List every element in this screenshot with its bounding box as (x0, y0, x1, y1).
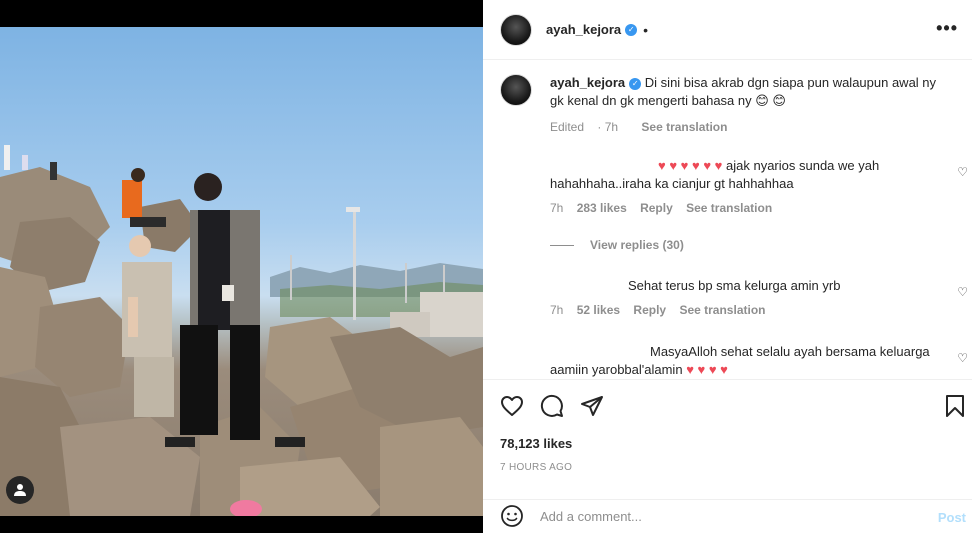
caption-username[interactable]: ayah_kejora (550, 75, 625, 90)
comment-meta: 7h 52 likes Reply See translation (550, 303, 950, 317)
comment-icon (540, 394, 563, 417)
caption-meta: Edited · 7h See translation (550, 118, 950, 136)
post-photo[interactable] (0, 27, 483, 516)
comment-time[interactable]: 7h (550, 201, 563, 215)
user-tag-button[interactable] (6, 476, 34, 504)
reply-button[interactable]: Reply (640, 201, 673, 215)
heart-icon (501, 396, 523, 416)
post-comment-button[interactable]: Post (938, 510, 966, 525)
add-comment-bar: Post (483, 499, 972, 533)
comment-item: ♥ ♥ ♥ ♥ ♥ ♥ ajak nyarios sunda we yah ha… (550, 157, 950, 215)
edited-label: Edited · 7h (550, 120, 619, 134)
see-translation-link[interactable]: See translation (679, 303, 765, 317)
like-button[interactable] (500, 394, 524, 421)
reply-button[interactable]: Reply (633, 303, 666, 317)
header-username[interactable]: ayah_kejora (546, 22, 621, 37)
comment-like-heart-icon[interactable]: ♡ (957, 351, 968, 365)
see-translation-link[interactable]: See translation (686, 201, 772, 215)
replies-line-divider (550, 244, 574, 246)
comment-item: Sehat terus bp sma kelurga amin yrb 7h 5… (550, 277, 950, 317)
post-sidebar: ayah_kejora ✓ • ••• ayah_kejora ✓ Di sini… (483, 0, 972, 533)
comment-meta: 7h 283 likes Reply See translation (550, 201, 950, 215)
share-icon (581, 396, 603, 416)
likes-count[interactable]: 78,123 likes (500, 436, 572, 451)
post-header: ayah_kejora ✓ • ••• (483, 0, 972, 60)
post-timestamp: 7 HOURS AGO (500, 462, 573, 473)
save-button[interactable] (945, 394, 965, 421)
bookmark-icon (946, 395, 964, 417)
caption-avatar[interactable] (500, 74, 532, 106)
caption: ayah_kejora ✓ Di sini bisa akrab dgn siap… (500, 74, 960, 136)
separator-dot: • (643, 21, 649, 38)
comments-list[interactable]: ayah_kejora ✓ Di sini bisa akrab dgn siap… (483, 61, 972, 379)
comment-like-heart-icon[interactable]: ♡ (957, 165, 968, 179)
hearts-emoji: ♥ ♥ ♥ ♥ (686, 362, 728, 377)
comment-like-heart-icon[interactable]: ♡ (957, 285, 968, 299)
see-translation-link[interactable]: See translation (641, 120, 727, 134)
user-tag-icon (14, 484, 26, 496)
avatar[interactable] (500, 13, 532, 46)
emoji-button[interactable] (500, 504, 524, 531)
verified-badge-icon: ✓ (625, 23, 638, 36)
post-actions: 78,123 likes 7 HOURS AGO (483, 379, 972, 489)
comment-text: MasyaAlloh sehat selalu ayah bersama kel… (550, 344, 930, 377)
more-options-button[interactable]: ••• (936, 18, 958, 39)
media-pane (0, 0, 483, 533)
verified-badge-icon: ✓ (629, 77, 642, 90)
comment-item: MasyaAlloh sehat selalu ayah bersama kel… (550, 343, 950, 379)
comment-time[interactable]: 7h (550, 303, 563, 317)
comment-likes[interactable]: 52 likes (577, 303, 620, 317)
comment-button[interactable] (540, 394, 564, 421)
share-button[interactable] (580, 394, 604, 421)
instagram-post-modal: ayah_kejora ✓ • ••• ayah_kejora ✓ Di sini… (0, 0, 972, 533)
photo-scene (0, 145, 483, 516)
comment-likes[interactable]: 283 likes (577, 201, 627, 215)
view-replies-button[interactable]: View replies (30) (550, 238, 684, 252)
comment-input[interactable] (540, 509, 920, 524)
comment-text: Sehat terus bp sma kelurga amin yrb (628, 278, 841, 293)
emoji-icon (501, 505, 523, 527)
comment-text: ♥ ♥ ♥ ♥ ♥ ♥ ajak nyarios sunda we yah ha… (550, 158, 880, 191)
hearts-emoji: ♥ ♥ ♥ ♥ ♥ ♥ (658, 158, 723, 173)
